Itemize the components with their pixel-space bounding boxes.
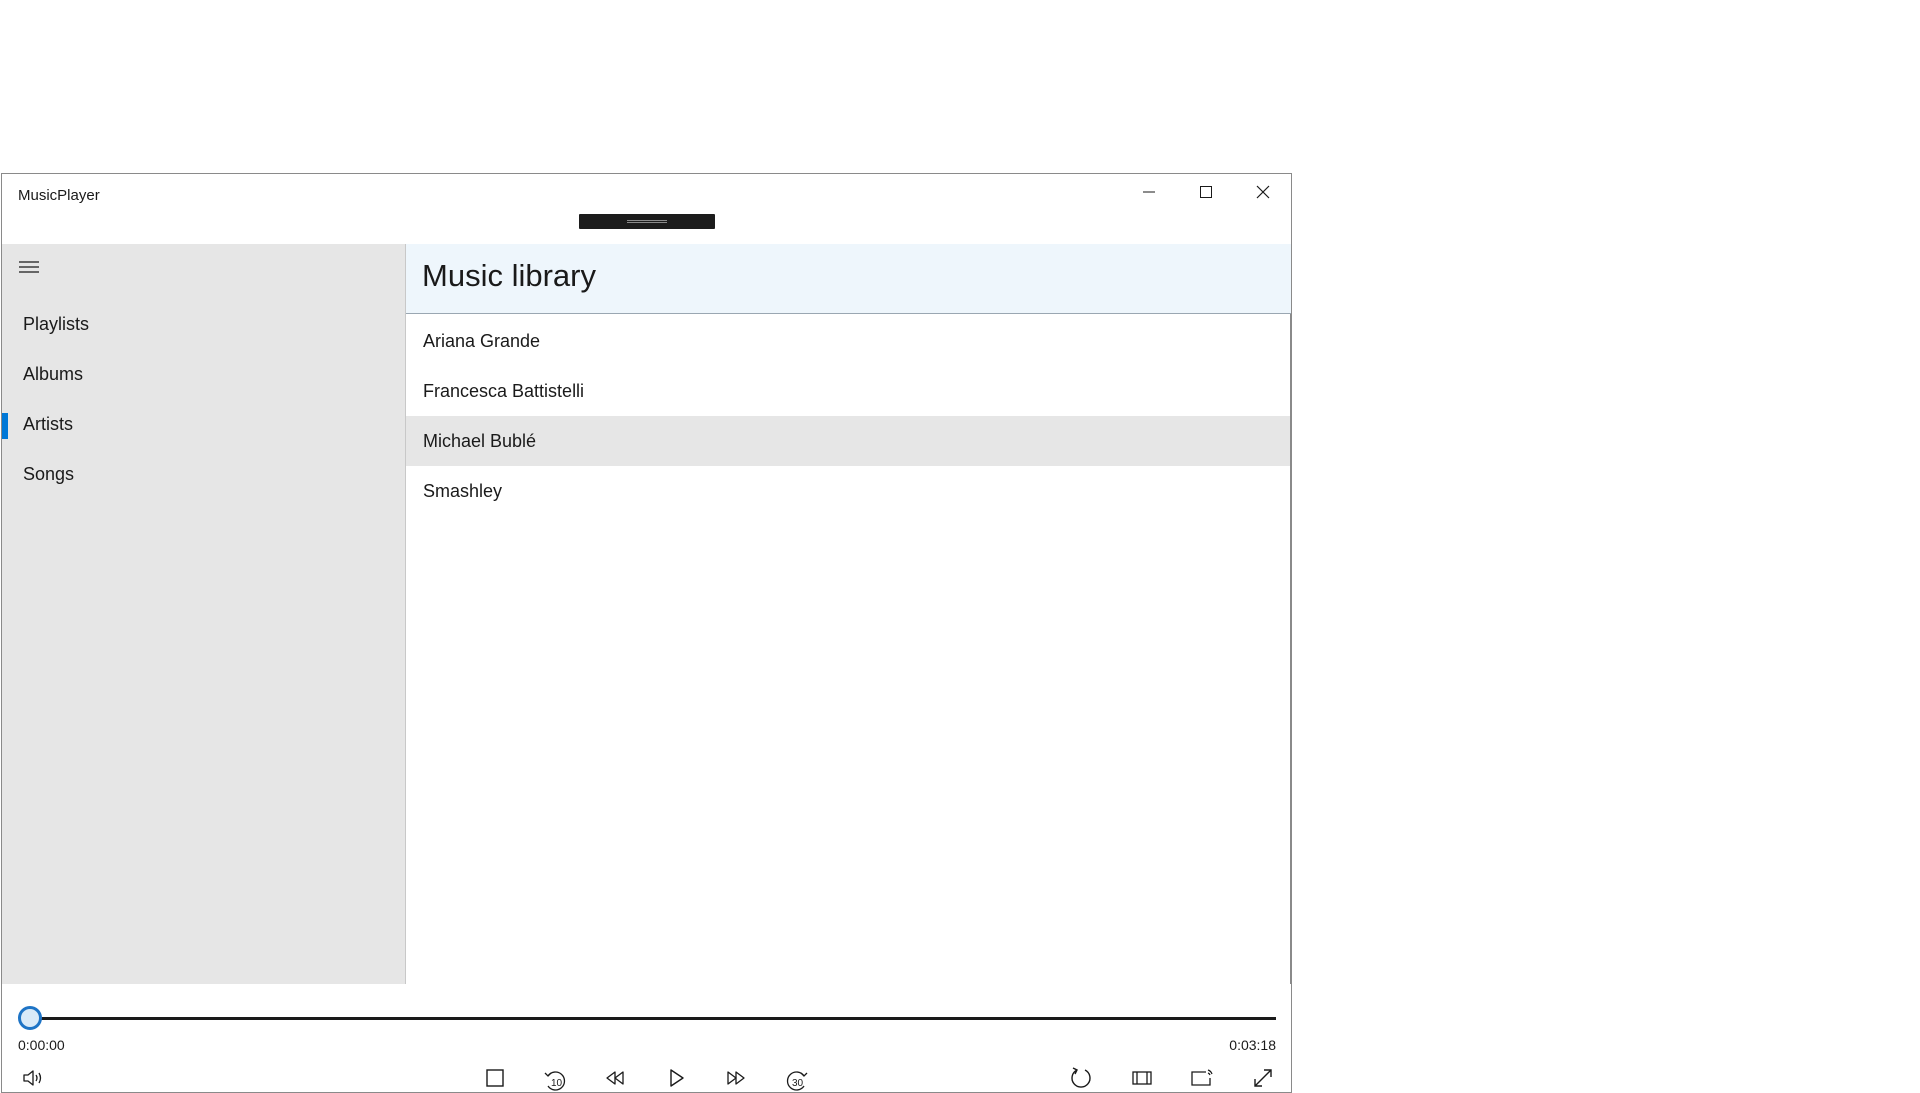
- play-icon: [666, 1068, 686, 1093]
- cast-icon: [1190, 1068, 1214, 1093]
- sidebar-item-label: Albums: [23, 364, 83, 385]
- hamburger-icon: [18, 259, 40, 280]
- artist-name: Francesca Battistelli: [423, 381, 584, 402]
- seek-thumb[interactable]: [18, 1006, 42, 1030]
- list-item[interactable]: Smashley: [406, 466, 1290, 516]
- sidebar: Playlists Albums Artists Songs: [2, 244, 406, 984]
- title-bar[interactable]: MusicPlayer: [2, 174, 1291, 244]
- page-title: Music library: [422, 258, 596, 294]
- artist-list: Ariana Grande Francesca Battistelli Mich…: [406, 314, 1291, 984]
- list-item[interactable]: Ariana Grande: [406, 316, 1290, 366]
- maximize-button[interactable]: [1177, 174, 1234, 214]
- media-transport-controls: 0:00:00 0:03:18 10: [2, 984, 1291, 1093]
- sidebar-item-playlists[interactable]: Playlists: [2, 303, 405, 345]
- sidebar-item-songs[interactable]: Songs: [2, 453, 405, 495]
- close-icon: [1256, 185, 1270, 204]
- aspect-ratio-icon: [1131, 1069, 1153, 1092]
- sidebar-item-label: Artists: [23, 414, 73, 435]
- seek-bar[interactable]: [33, 1017, 1276, 1020]
- skip-forward-30-icon: 30: [784, 1067, 810, 1093]
- minimize-icon: [1142, 185, 1156, 204]
- artist-name: Michael Bublé: [423, 431, 536, 452]
- close-button[interactable]: [1234, 174, 1291, 214]
- window-controls: [1120, 174, 1291, 214]
- list-item[interactable]: Francesca Battistelli: [406, 366, 1290, 416]
- elapsed-time: 0:00:00: [18, 1037, 65, 1053]
- list-item[interactable]: Michael Bublé: [406, 416, 1290, 466]
- sidebar-item-label: Playlists: [23, 314, 89, 335]
- maximize-icon: [1199, 185, 1213, 204]
- sidebar-item-albums[interactable]: Albums: [2, 353, 405, 395]
- page-header: Music library: [406, 244, 1291, 314]
- artist-name: Smashley: [423, 481, 502, 502]
- total-time: 0:03:18: [1229, 1037, 1276, 1053]
- repeat-icon: [1069, 1066, 1093, 1093]
- fast-forward-icon: [725, 1069, 747, 1092]
- sidebar-item-label: Songs: [23, 464, 74, 485]
- sidebar-item-artists[interactable]: Artists: [2, 403, 405, 445]
- volume-icon: [22, 1068, 46, 1093]
- minimize-button[interactable]: [1120, 174, 1177, 214]
- menu-button[interactable]: [16, 258, 42, 280]
- drag-handle[interactable]: [579, 214, 715, 229]
- artist-name: Ariana Grande: [423, 331, 540, 352]
- app-window: MusicPlayer: [1, 173, 1292, 1093]
- stop-icon: [485, 1068, 505, 1093]
- rewind-icon: [604, 1069, 626, 1092]
- skip-back-10-icon: 10: [542, 1067, 568, 1093]
- app-title: MusicPlayer: [18, 187, 100, 204]
